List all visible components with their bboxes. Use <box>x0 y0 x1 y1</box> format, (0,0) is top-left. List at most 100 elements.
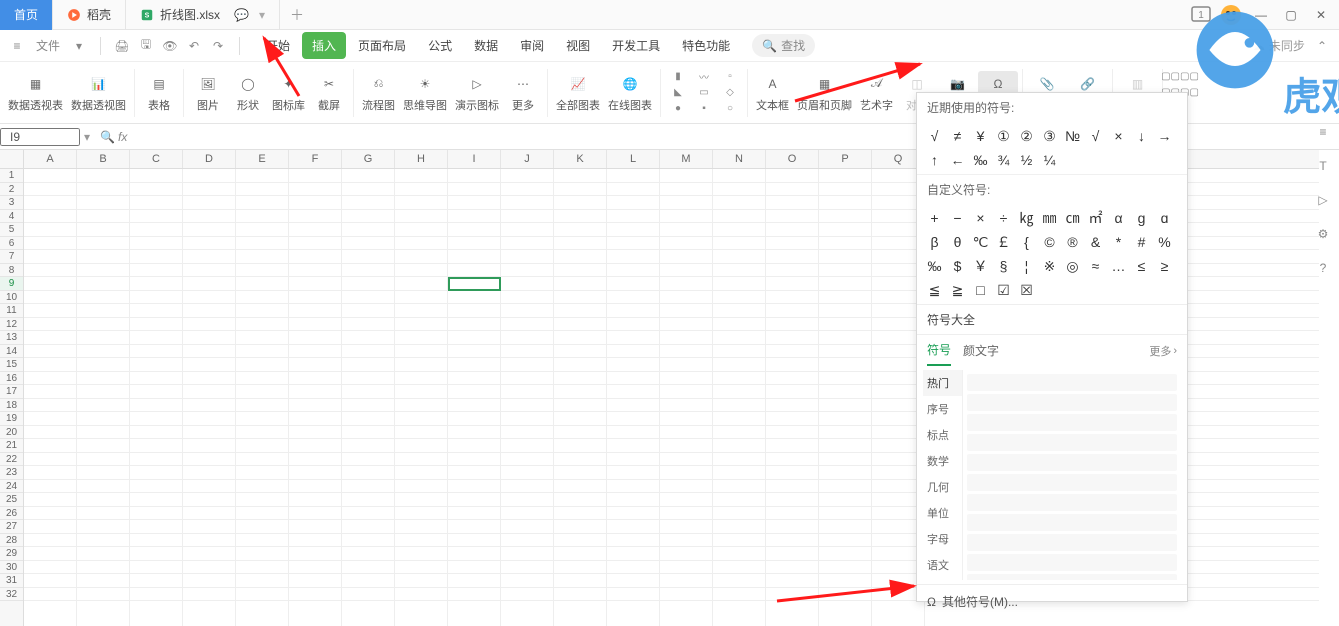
menu-icon[interactable]: ≡ <box>8 37 26 55</box>
col-C[interactable]: C <box>130 150 183 168</box>
custom-symbol[interactable]: ‰ <box>923 254 946 278</box>
fx-icon[interactable]: fx <box>118 130 132 144</box>
col-F[interactable]: F <box>289 150 342 168</box>
row-19[interactable]: 19 <box>0 412 23 426</box>
rb-more[interactable]: ⋯更多 <box>503 71 543 115</box>
row-28[interactable]: 28 <box>0 534 23 548</box>
col-N[interactable]: N <box>713 150 766 168</box>
tab-home[interactable]: 首页 <box>0 0 53 30</box>
row-27[interactable]: 27 <box>0 520 23 534</box>
col-J[interactable]: J <box>501 150 554 168</box>
row-32[interactable]: 32 <box>0 588 23 602</box>
custom-symbol[interactable]: … <box>1107 254 1130 278</box>
rb-mindmap[interactable]: ☀思维导图 <box>399 71 451 115</box>
row-4[interactable]: 4 <box>0 210 23 224</box>
rb-textbox[interactable]: A文本框 <box>752 71 793 115</box>
custom-symbol[interactable]: ÷ <box>992 206 1015 230</box>
custom-symbol[interactable]: & <box>1084 230 1107 254</box>
redo-icon[interactable]: ↷ <box>209 37 227 55</box>
custom-symbol[interactable]: ㎏ <box>1015 206 1038 230</box>
rb-pivot-table[interactable]: ▦数据透视表 <box>4 71 67 115</box>
row-23[interactable]: 23 <box>0 466 23 480</box>
rb-table[interactable]: ▤表格 <box>139 71 179 115</box>
print-icon[interactable]: 🖫 <box>137 37 155 55</box>
col-O[interactable]: O <box>766 150 819 168</box>
cat-数学[interactable]: 数学 <box>923 448 962 474</box>
col-L[interactable]: L <box>607 150 660 168</box>
custom-symbol[interactable]: ※ <box>1038 254 1061 278</box>
sp-tab-emoji[interactable]: 颜文字 <box>963 336 999 365</box>
recent-symbol[interactable]: ‰ <box>969 148 992 172</box>
custom-symbol[interactable]: ≈ <box>1084 254 1107 278</box>
mt-review[interactable]: 审阅 <box>510 32 554 59</box>
custom-symbol[interactable]: ® <box>1061 230 1084 254</box>
file-dropdown-icon[interactable]: ▾ <box>70 37 88 55</box>
custom-symbol[interactable]: ≦ <box>923 278 946 302</box>
recent-symbol[interactable]: ½ <box>1015 148 1038 172</box>
custom-symbol[interactable]: ￡ <box>992 230 1015 254</box>
save-icon[interactable]: 🖨 <box>113 37 131 55</box>
tab-menu-icon[interactable]: ▾ <box>259 8 265 22</box>
row-25[interactable]: 25 <box>0 493 23 507</box>
row-30[interactable]: 30 <box>0 561 23 575</box>
rail-help-icon[interactable]: ? <box>1311 256 1335 280</box>
col-P[interactable]: P <box>819 150 872 168</box>
tab-daoke[interactable]: 稻壳 <box>53 0 126 30</box>
recent-symbol[interactable]: ③ <box>1038 124 1061 148</box>
custom-symbol[interactable]: ☑ <box>992 278 1015 302</box>
rail-select-icon[interactable]: ▷ <box>1311 188 1335 212</box>
mt-formula[interactable]: 公式 <box>418 32 462 59</box>
col-K[interactable]: K <box>554 150 607 168</box>
row-21[interactable]: 21 <box>0 439 23 453</box>
col-H[interactable]: H <box>395 150 448 168</box>
row-24[interactable]: 24 <box>0 480 23 494</box>
row-5[interactable]: 5 <box>0 223 23 237</box>
chart-mini-3[interactable]: ▫◇○ <box>717 68 743 118</box>
col-I[interactable]: I <box>448 150 501 168</box>
new-tab-button[interactable]: ＋ <box>280 5 314 25</box>
chart-mini-1[interactable]: ▮◣● <box>665 68 691 118</box>
custom-symbol[interactable]: $ <box>946 254 969 278</box>
rail-text-icon[interactable]: T <box>1311 154 1335 178</box>
row-20[interactable]: 20 <box>0 426 23 440</box>
cat-单位[interactable]: 单位 <box>923 500 962 526</box>
custom-symbol[interactable]: g <box>1130 206 1153 230</box>
recent-symbol[interactable]: ↑ <box>923 148 946 172</box>
search-box[interactable]: 🔍 查找 <box>752 34 815 57</box>
file-menu[interactable]: 文件 <box>32 37 64 55</box>
custom-symbol[interactable]: □ <box>969 278 992 302</box>
recent-symbol[interactable]: № <box>1061 124 1084 148</box>
cat-热门[interactable]: 热门 <box>923 370 962 396</box>
cat-语文[interactable]: 语文 <box>923 552 962 578</box>
undo-icon[interactable]: ↶ <box>185 37 203 55</box>
rb-headerfooter[interactable]: ▦页眉和页脚 <box>793 71 856 115</box>
namebox-dropdown-icon[interactable]: ▾ <box>80 130 94 144</box>
row-17[interactable]: 17 <box>0 385 23 399</box>
custom-symbol[interactable]: ㎜ <box>1038 206 1061 230</box>
mt-layout[interactable]: 页面布局 <box>348 32 416 59</box>
mt-start[interactable]: 开始 <box>256 32 300 59</box>
comment-icon[interactable]: 💬 <box>234 8 249 22</box>
recent-symbol[interactable]: ¼ <box>1038 148 1061 172</box>
other-symbols[interactable]: Ω 其他符号(M)... <box>917 584 1187 618</box>
recent-symbol[interactable]: ↓ <box>1130 124 1153 148</box>
row-15[interactable]: 15 <box>0 358 23 372</box>
recent-symbol[interactable]: ① <box>992 124 1015 148</box>
rb-shapes[interactable]: ◯形状 <box>228 71 268 115</box>
rb-allcharts[interactable]: 📈全部图表 <box>552 71 604 115</box>
recent-symbol[interactable]: → <box>1153 124 1176 148</box>
custom-symbol[interactable]: θ <box>946 230 969 254</box>
custom-symbol[interactable]: ㎝ <box>1061 206 1084 230</box>
custom-symbol[interactable]: + <box>923 206 946 230</box>
custom-symbol[interactable]: © <box>1038 230 1061 254</box>
recent-symbol[interactable]: ¾ <box>992 148 1015 172</box>
recent-symbol[interactable]: √ <box>1084 124 1107 148</box>
custom-symbol[interactable]: ≤ <box>1130 254 1153 278</box>
row-26[interactable]: 26 <box>0 507 23 521</box>
mt-data[interactable]: 数据 <box>464 32 508 59</box>
chart-mini-2[interactable]: 〰▭▪ <box>691 68 717 118</box>
custom-symbol[interactable]: % <box>1153 230 1176 254</box>
row-3[interactable]: 3 <box>0 196 23 210</box>
row-6[interactable]: 6 <box>0 237 23 251</box>
custom-symbol[interactable]: ¦ <box>1015 254 1038 278</box>
